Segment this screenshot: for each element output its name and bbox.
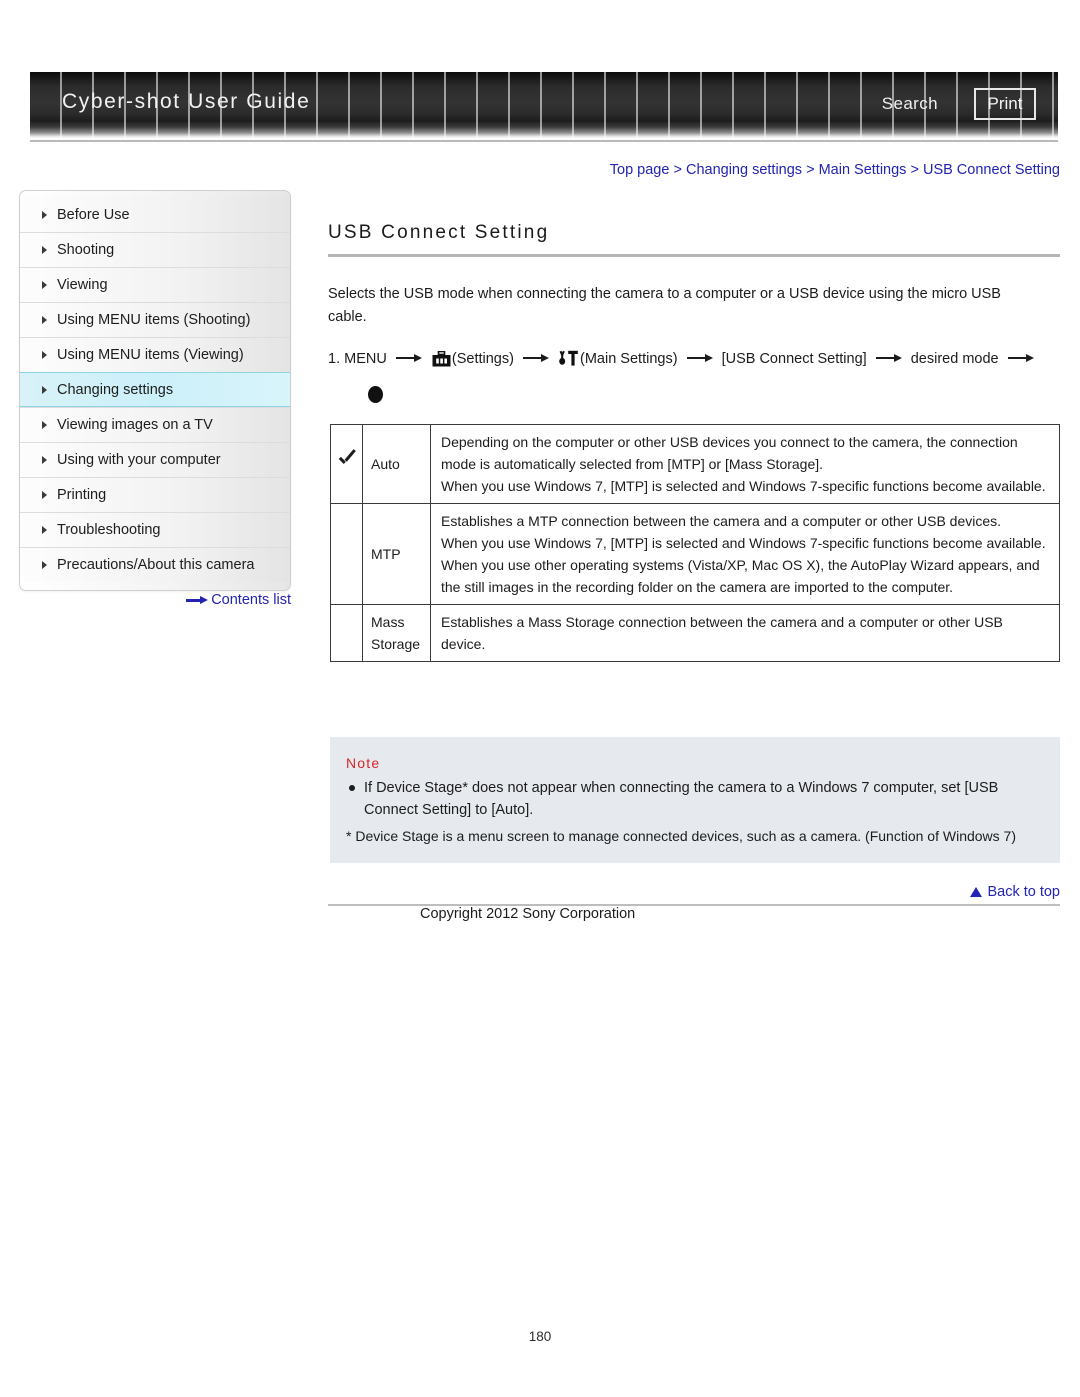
chevron-right-icon [42,421,47,429]
sidebar-item-before-use[interactable]: Before Use [20,197,290,232]
chevron-right-icon [42,456,47,464]
step-instruction: 1. MENU (Settings) (Main Settings) [USB … [328,345,1060,405]
usb-mode-table: Auto Depending on the computer or other … [330,424,1060,662]
mode-name: Auto [362,424,431,504]
sidebar-item-using-menu-items-viewing[interactable]: Using MENU items (Viewing) [20,337,290,372]
step-number: 1. [328,351,341,367]
arrow-right-icon [1007,353,1034,362]
breadcrumb-separator: > [906,162,923,178]
sidebar-item-label: Shooting [57,242,115,258]
search-button[interactable]: Search [882,94,938,114]
sidebar-item-precautions-about-this-camera[interactable]: Precautions/About this camera [20,547,290,582]
page-number: 180 [528,1329,552,1344]
sidebar-item-troubleshooting[interactable]: Troubleshooting [20,512,290,547]
mode-name: Mass Storage [362,604,431,662]
mode-description: Establishes a Mass Storage connection be… [430,604,1060,662]
note-callout: Note If Device Stage* does not appear wh… [330,737,1060,863]
breadcrumb-item-main-settings[interactable]: Main Settings [819,162,907,178]
step-desired-mode: desired mode [910,351,999,367]
header-divider [30,140,1058,142]
note-bullet-item: If Device Stage* does not appear when co… [346,777,1044,821]
mode-description: Establishes a MTP connection between the… [430,503,1060,605]
chevron-right-icon [42,385,47,394]
row-selected-indicator [330,424,363,504]
intro-paragraph: Selects the USB mode when connecting the… [328,286,1001,325]
back-to-top-link[interactable]: Back to top [330,884,1060,900]
step-menu-label: MENU [344,351,387,367]
wrench-tools-main-settings-icon [559,349,579,377]
sidebar-item-label: Viewing [57,277,108,293]
sidebar-item-label: Using with your computer [57,452,221,468]
breadcrumb-item-changing-settings[interactable]: Changing settings [686,162,802,178]
breadcrumb-separator: > [802,162,819,178]
row-selected-indicator [330,604,363,662]
note-bullet-list: If Device Stage* does not appear when co… [346,777,1044,821]
sidebar-item-changing-settings[interactable]: Changing settings [20,372,290,407]
breadcrumb-item-usb-connect-setting[interactable]: USB Connect Setting [923,162,1060,178]
sidebar-item-printing[interactable]: Printing [20,477,290,512]
sidebar-item-label: Before Use [57,206,130,223]
chevron-right-icon [42,561,47,569]
note-heading: Note [346,755,381,771]
contents-list-link[interactable]: Contents list [19,592,291,608]
chevron-right-icon [42,351,47,359]
chevron-right-icon [42,246,47,254]
arrow-right-icon [522,353,549,362]
row-selected-indicator [330,503,363,605]
copyright-text: Copyright 2012 Sony Corporation [420,906,636,922]
main-content: USB Connect Setting Selects the USB mode… [328,222,1060,405]
sidebar-item-viewing-images-on-a-tv[interactable]: Viewing images on a TV [20,407,290,442]
sidebar-item-using-with-your-computer[interactable]: Using with your computer [20,442,290,477]
arrow-right-icon [186,595,209,605]
sidebar-item-label: Using MENU items (Viewing) [57,347,244,363]
mode-name: MTP [362,503,431,605]
table-row: MTP Establishes a MTP connection between… [330,503,1060,605]
step-main-settings-label: (Main Settings) [580,351,678,367]
app-title: Cyber-shot User Guide [62,90,311,113]
note-footnote: * Device Stage is a menu screen to manag… [346,828,1017,844]
sidebar-item-viewing[interactable]: Viewing [20,267,290,302]
chevron-right-icon [42,210,47,219]
sidebar-item-shooting[interactable]: Shooting [20,232,290,267]
sidebar-item-label: Viewing images on a TV [57,417,213,433]
sidebar-item-using-menu-items-shooting[interactable]: Using MENU items (Shooting) [20,302,290,337]
contents-list-label: Contents list [211,592,291,608]
sidebar-navigation: Before Use Shooting Viewing Using MENU i… [19,190,291,591]
toolbox-settings-icon [432,349,451,377]
triangle-up-icon [970,887,983,897]
mode-description: Depending on the computer or other USB d… [430,424,1060,504]
arrow-right-icon [686,353,713,362]
sidebar-item-label: Printing [57,487,107,503]
breadcrumb-separator: > [669,162,686,178]
arrow-right-icon [875,353,902,362]
title-divider [328,254,1060,257]
breadcrumb: Top page > Changing settings > Main Sett… [330,162,1060,178]
sidebar-item-label: Precautions/About this camera [57,557,255,573]
chevron-right-icon [42,281,47,289]
print-button[interactable]: Print [974,88,1036,120]
chevron-right-icon [42,491,47,499]
step-settings-label: (Settings) [451,351,514,367]
breadcrumb-item-top-page[interactable]: Top page [610,162,670,178]
chevron-right-icon [42,526,47,534]
check-icon [337,451,357,471]
shutter-button-icon [368,385,383,403]
page-title: USB Connect Setting [328,222,550,243]
app-header-banner: Cyber-shot User Guide Search Print [30,72,1058,138]
table-row: Auto Depending on the computer or other … [330,424,1060,504]
sidebar-item-label: Changing settings [57,381,174,398]
chevron-right-icon [42,316,47,324]
sidebar-item-label: Using MENU items (Shooting) [57,312,251,328]
back-to-top-label: Back to top [987,884,1060,900]
sidebar-item-label: Troubleshooting [57,522,161,538]
arrow-right-icon [395,353,422,362]
table-row: Mass Storage Establishes a Mass Storage … [330,604,1060,662]
step-bracket-item: [USB Connect Setting] [721,351,867,367]
